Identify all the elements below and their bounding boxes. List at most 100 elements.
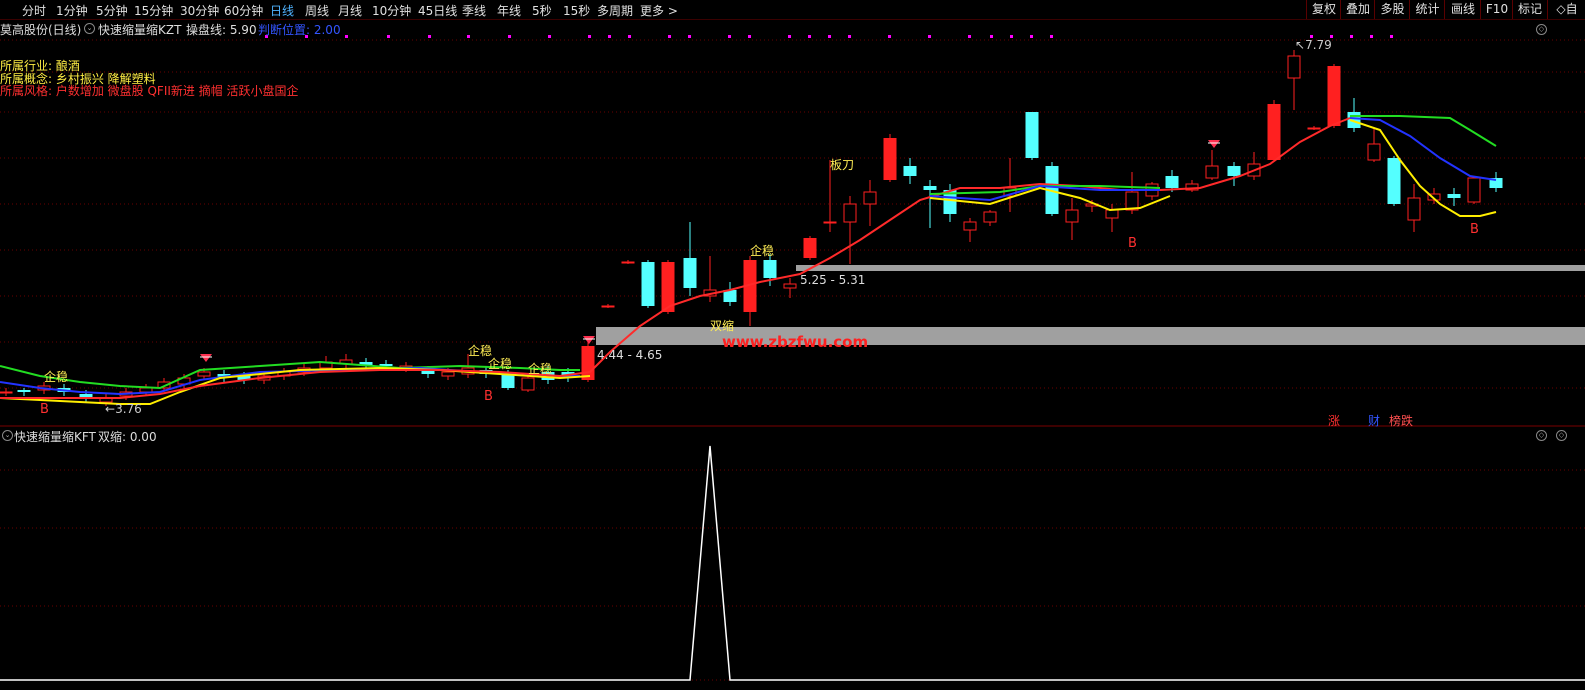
magenta-marker (428, 35, 431, 38)
candle-body (1287, 55, 1301, 79)
tag-bangdie[interactable]: 榜跌 (1389, 412, 1413, 429)
sub-indicator-name[interactable]: 快速缩量缩KFT (14, 428, 96, 445)
signal-qiwen-label: 企稳 (750, 244, 775, 258)
candle-body (1467, 177, 1481, 203)
magenta-marker (928, 35, 931, 38)
signal-qiwen-label: 企稳 (488, 357, 513, 371)
candle-body (683, 258, 697, 288)
signal-b-label: B (40, 402, 49, 417)
ma-line-green-3 (1350, 115, 1497, 147)
magenta-marker (808, 35, 811, 38)
candle-body (1347, 112, 1361, 128)
candle-body (763, 260, 777, 278)
magenta-marker (968, 35, 971, 38)
magenta-marker (1370, 35, 1373, 38)
candle-body (1327, 66, 1341, 126)
pane-option-icon[interactable]: ◇ (1556, 430, 1567, 441)
magenta-marker (748, 35, 751, 38)
signal-shuangsuo-label: 双缩 (710, 319, 735, 333)
style-label: 所属风格: 户数增加 微盘股 QFII新进 摘帽 活跃小盘国企 (0, 84, 299, 98)
signal-b-label: B (1470, 222, 1479, 237)
magenta-marker (888, 35, 891, 38)
signal-qiwen-label: 企稳 (528, 362, 553, 376)
magenta-marker (828, 35, 831, 38)
magenta-marker (608, 35, 611, 38)
magenta-marker (1390, 35, 1393, 38)
magenta-marker (848, 35, 851, 38)
candle-body (1447, 194, 1461, 198)
magenta-marker (1010, 35, 1013, 38)
indicator-toggle-icon[interactable]: ⌄ (84, 23, 95, 34)
watermark-text: www.zbzfwu.com (722, 333, 869, 351)
stock-title: 莫高股份(日线) (0, 21, 81, 38)
magenta-marker (508, 35, 511, 38)
signal-bandao-label: 板刀 (830, 158, 855, 172)
candle-body (823, 221, 837, 224)
candle-body (1267, 104, 1281, 160)
signal-qiwen-label: 企稳 (44, 370, 69, 384)
zone-upper-label: 5.25 - 5.31 (800, 273, 866, 287)
candle-body (1307, 127, 1321, 130)
diamond-signal-icon (200, 354, 212, 362)
tag-cai[interactable]: 财 (1368, 412, 1380, 429)
magenta-marker (588, 35, 591, 38)
magenta-marker (990, 35, 993, 38)
pane-option-icon[interactable]: ◇ (1536, 24, 1547, 35)
support-zone-upper (796, 265, 1585, 271)
high-price-label: ↖7.79 (1295, 38, 1332, 52)
low-price-label: ←3.76 (105, 402, 142, 416)
candle-body (803, 238, 817, 258)
magenta-marker (345, 35, 348, 38)
magenta-marker (1350, 35, 1353, 38)
candle-body (1105, 209, 1119, 219)
candle-body (1065, 209, 1079, 223)
sub-indicator-toggle-icon[interactable]: ⌄ (2, 430, 13, 441)
diamond-signal-icon (583, 336, 595, 344)
judge-position-value: 判断位置: 2.00 (258, 23, 341, 37)
candle-body (0, 391, 13, 394)
candle-body (1025, 112, 1039, 158)
candle-body (581, 346, 595, 380)
candle-body (601, 305, 615, 308)
candle-body (521, 377, 535, 391)
magenta-marker (728, 35, 731, 38)
candle-body (1387, 158, 1401, 204)
signal-b-label: B (1128, 236, 1137, 251)
stock-name: 莫高股份(日线) (0, 23, 82, 37)
candle-body (1165, 176, 1179, 188)
magenta-marker (688, 35, 691, 38)
candle-body (783, 283, 797, 289)
diamond-signal-icon (1208, 140, 1220, 148)
candle-body (963, 221, 977, 231)
candle-body (1227, 166, 1241, 176)
magenta-marker (668, 35, 671, 38)
candle-body (441, 371, 455, 377)
candle-body (1367, 143, 1381, 161)
magenta-marker (387, 35, 390, 38)
candle-body (1205, 165, 1219, 179)
candle-body (139, 387, 153, 393)
candle-body (1407, 197, 1421, 221)
candle-body (501, 374, 515, 388)
candle-body (903, 166, 917, 176)
candle-body (883, 138, 897, 180)
magenta-marker (467, 35, 470, 38)
low-price-value: 3.76 (115, 402, 142, 416)
sub-indicator-value: 双缩: 0.00 (98, 430, 157, 444)
candle-body (863, 191, 877, 205)
magenta-marker (788, 35, 791, 38)
candle-body (197, 371, 211, 377)
signal-b-label: B (484, 389, 493, 404)
candle-body (17, 390, 31, 392)
candle-body (621, 261, 635, 264)
candle-body (843, 203, 857, 223)
pane-option-icon[interactable]: ◇ (1536, 430, 1547, 441)
main-indicator-name[interactable]: 快速缩量缩KZT (98, 21, 181, 38)
candle-body (641, 262, 655, 306)
shuangsuo-line (0, 445, 1585, 681)
tag-zhang[interactable]: 涨 (1328, 412, 1340, 429)
magenta-marker (1050, 35, 1053, 38)
magenta-marker (548, 35, 551, 38)
high-price-value: 7.79 (1305, 38, 1332, 52)
candle-body (983, 211, 997, 223)
